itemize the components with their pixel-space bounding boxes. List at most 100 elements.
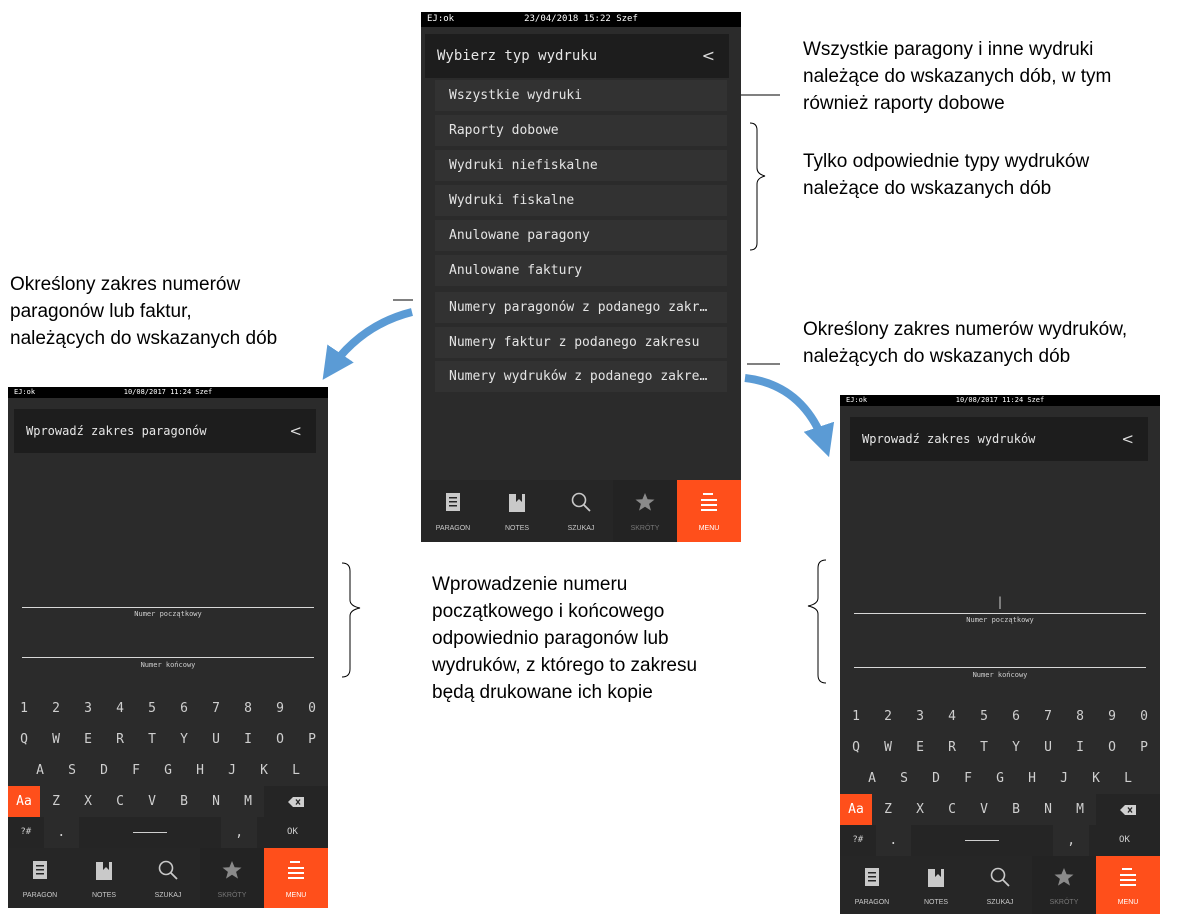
key-5[interactable]: 5 xyxy=(968,701,1000,732)
key-a[interactable]: A xyxy=(24,755,56,786)
key-z[interactable]: Z xyxy=(40,786,72,817)
nav-notes[interactable]: NOTES xyxy=(485,480,549,542)
symbols-key[interactable]: ?# xyxy=(8,817,44,848)
key-4[interactable]: 4 xyxy=(936,701,968,732)
nav-menu[interactable]: MENU xyxy=(1096,856,1160,914)
back-button[interactable]: < xyxy=(289,409,302,453)
key-i[interactable]: I xyxy=(232,724,264,755)
menu-item-cancelled-invoices[interactable]: Anulowane faktury xyxy=(435,255,727,286)
nav-menu[interactable]: MENU xyxy=(264,848,328,908)
end-number-field[interactable] xyxy=(854,667,1146,668)
comma-key[interactable]: , xyxy=(1053,825,1089,856)
menu-item-receipt-range[interactable]: Numery paragonów z podanego zakr… xyxy=(435,292,727,323)
key-8[interactable]: 8 xyxy=(1064,701,1096,732)
key-3[interactable]: 3 xyxy=(904,701,936,732)
key-u[interactable]: U xyxy=(200,724,232,755)
key-v[interactable]: V xyxy=(136,786,168,817)
key-f[interactable]: F xyxy=(952,763,984,794)
key-4[interactable]: 4 xyxy=(104,693,136,724)
key-h[interactable]: H xyxy=(1016,763,1048,794)
shift-key[interactable]: Aa xyxy=(8,786,40,817)
space-key[interactable] xyxy=(911,825,1054,856)
key-k[interactable]: K xyxy=(1080,763,1112,794)
period-key[interactable]: . xyxy=(876,825,912,856)
key-7[interactable]: 7 xyxy=(200,693,232,724)
key-l[interactable]: L xyxy=(1112,763,1144,794)
shift-key[interactable]: Aa xyxy=(840,794,872,825)
key-p[interactable]: P xyxy=(1128,732,1160,763)
key-1[interactable]: 1 xyxy=(8,693,40,724)
key-y[interactable]: Y xyxy=(168,724,200,755)
menu-item-daily-reports[interactable]: Raporty dobowe xyxy=(435,115,727,146)
key-o[interactable]: O xyxy=(264,724,296,755)
key-d[interactable]: D xyxy=(920,763,952,794)
nav-search[interactable]: SZUKAJ xyxy=(968,856,1032,914)
key-6[interactable]: 6 xyxy=(1000,701,1032,732)
menu-item-non-fiscal[interactable]: Wydruki niefiskalne xyxy=(435,150,727,181)
key-t[interactable]: T xyxy=(968,732,1000,763)
nav-shortcuts[interactable]: SKRÓTY xyxy=(613,480,677,542)
nav-paragon[interactable]: PARAGON xyxy=(840,856,904,914)
key-c[interactable]: C xyxy=(936,794,968,825)
key-v[interactable]: V xyxy=(968,794,1000,825)
nav-notes[interactable]: NOTES xyxy=(72,848,136,908)
backspace-key[interactable] xyxy=(1096,794,1160,825)
key-m[interactable]: M xyxy=(1064,794,1096,825)
key-n[interactable]: N xyxy=(1032,794,1064,825)
space-key[interactable] xyxy=(79,817,222,848)
key-x[interactable]: X xyxy=(904,794,936,825)
key-z[interactable]: Z xyxy=(872,794,904,825)
backspace-key[interactable] xyxy=(264,786,328,817)
nav-shortcuts[interactable]: SKRÓTY xyxy=(1032,856,1096,914)
key-l[interactable]: L xyxy=(280,755,312,786)
back-button[interactable]: < xyxy=(1121,417,1134,461)
key-t[interactable]: T xyxy=(136,724,168,755)
key-1[interactable]: 1 xyxy=(840,701,872,732)
key-3[interactable]: 3 xyxy=(72,693,104,724)
start-number-field[interactable] xyxy=(22,607,314,608)
ok-key[interactable]: OK xyxy=(256,817,328,848)
end-number-field[interactable] xyxy=(22,657,314,658)
key-a[interactable]: A xyxy=(856,763,888,794)
key-q[interactable]: Q xyxy=(840,732,872,763)
key-w[interactable]: W xyxy=(40,724,72,755)
key-n[interactable]: N xyxy=(200,786,232,817)
start-number-field[interactable] xyxy=(854,613,1146,614)
key-s[interactable]: S xyxy=(56,755,88,786)
nav-paragon[interactable]: PARAGON xyxy=(421,480,485,542)
key-j[interactable]: J xyxy=(1048,763,1080,794)
key-p[interactable]: P xyxy=(296,724,328,755)
menu-item-invoice-range[interactable]: Numery faktur z podanego zakresu xyxy=(435,327,727,358)
ok-key[interactable]: OK xyxy=(1088,825,1160,856)
key-2[interactable]: 2 xyxy=(872,701,904,732)
key-9[interactable]: 9 xyxy=(1096,701,1128,732)
key-e[interactable]: E xyxy=(904,732,936,763)
key-u[interactable]: U xyxy=(1032,732,1064,763)
comma-key[interactable]: , xyxy=(221,817,257,848)
key-g[interactable]: G xyxy=(984,763,1016,794)
key-7[interactable]: 7 xyxy=(1032,701,1064,732)
key-k[interactable]: K xyxy=(248,755,280,786)
key-2[interactable]: 2 xyxy=(40,693,72,724)
key-b[interactable]: B xyxy=(1000,794,1032,825)
key-b[interactable]: B xyxy=(168,786,200,817)
key-h[interactable]: H xyxy=(184,755,216,786)
key-x[interactable]: X xyxy=(72,786,104,817)
menu-item-fiscal[interactable]: Wydruki fiskalne xyxy=(435,185,727,216)
nav-search[interactable]: SZUKAJ xyxy=(549,480,613,542)
key-8[interactable]: 8 xyxy=(232,693,264,724)
key-e[interactable]: E xyxy=(72,724,104,755)
key-9[interactable]: 9 xyxy=(264,693,296,724)
back-button[interactable]: < xyxy=(702,34,715,78)
symbols-key[interactable]: ?# xyxy=(840,825,876,856)
key-6[interactable]: 6 xyxy=(168,693,200,724)
key-o[interactable]: O xyxy=(1096,732,1128,763)
key-r[interactable]: R xyxy=(104,724,136,755)
key-j[interactable]: J xyxy=(216,755,248,786)
key-m[interactable]: M xyxy=(232,786,264,817)
menu-item-printout-range[interactable]: Numery wydruków z podanego zakre… xyxy=(435,361,727,392)
key-5[interactable]: 5 xyxy=(136,693,168,724)
nav-search[interactable]: SZUKAJ xyxy=(136,848,200,908)
key-i[interactable]: I xyxy=(1064,732,1096,763)
period-key[interactable]: . xyxy=(44,817,80,848)
